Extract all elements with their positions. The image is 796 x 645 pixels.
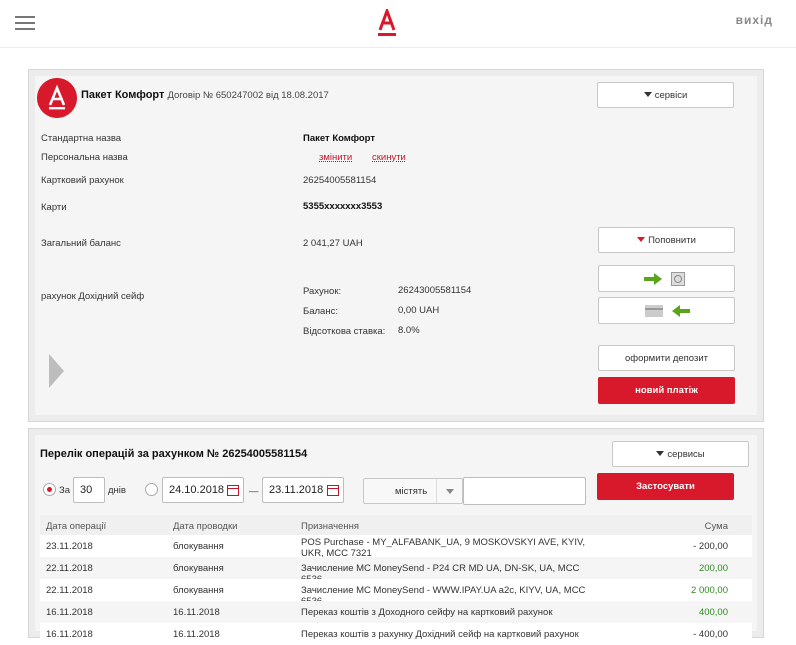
topup-label: Поповнити [648,235,696,246]
standard-name-label: Стандартна назва [41,133,122,144]
safe-account-value: 26243005581154 [398,285,472,296]
date-from-input[interactable]: 24.10.2018 [162,477,244,503]
col-description[interactable]: Призначення [301,521,359,532]
safe-rate-value: 8.0% [398,325,420,336]
amount: 200,00 [698,563,728,574]
post-date: 16.11.2018 [173,629,220,640]
post-date: блокування [173,541,224,552]
table-row[interactable]: 22.11.2018 блокування Зачисление MC MoneyS… [40,579,752,607]
operations-panel-inner: Перелік операцій за рахунком № 262540055… [35,435,757,645]
description: POS Purchase - MY_ALFABANK_UA, 9 MOSKOVS… [301,537,586,559]
card-account-label: Картковий рахунок [41,175,124,186]
card-account-value: 26254005581154 [303,175,377,186]
post-date: 16.11.2018 [173,607,220,618]
amount: - 200,00 [693,541,728,552]
arrow-left-icon [672,305,690,317]
op-date: 16.11.2018 [46,607,93,618]
description: Переказ коштів з Доходного сейфу на карт… [301,607,553,618]
top-bar: вихід [0,0,796,48]
card-icon [645,305,663,317]
services-label: сервіси [654,90,688,101]
table-row[interactable]: 22.11.2018 блокування Зачисление MC MoneyS… [40,557,752,585]
open-deposit-button[interactable]: оформити депозит [598,345,735,371]
balance-label: Загальний баланс [41,238,121,249]
col-op-date[interactable]: Дата операції [46,521,106,532]
op-date: 22.11.2018 [46,585,93,596]
operations-services-label: сервисы [667,449,705,460]
filter-select-value: містять [395,486,428,497]
safe-label: рахунок Дохідний сейф [41,291,145,302]
table-row[interactable]: 16.11.2018 16.11.2018 Переказ коштів з рах… [40,623,752,645]
amount: 400,00 [698,607,728,618]
amount: 2 000,00 [691,585,728,596]
col-amount[interactable]: Сума [705,521,728,532]
safe-rate-label: Відсоткова ставка: [303,326,386,337]
services-button[interactable]: сервіси [597,82,734,108]
table-header: Дата операції Дата проводки Призначення … [40,515,752,535]
safe-balance-label: Баланс: [303,306,338,317]
cards-label: Карти [41,202,67,213]
op-date: 23.11.2018 [46,541,93,552]
date-separator: — [249,486,259,497]
table-row[interactable]: 23.11.2018 блокування POS Purchase - MY_AL… [40,535,752,559]
operations-panel: Перелік операцій за рахунком № 262540055… [28,428,764,645]
post-date: блокування [173,585,224,596]
period-days-radio[interactable] [43,483,56,496]
package-name: Пакет Комфорт [81,89,165,101]
date-to-input[interactable]: 23.11.2018 [262,477,344,503]
col-post-date[interactable]: Дата проводки [173,521,237,532]
operations-table: Дата операції Дата проводки Призначення … [40,515,752,645]
card-number-link[interactable]: 5355xxxxxxx3553 [303,201,382,212]
operations-services-button[interactable]: сервисы [612,441,749,467]
transfer-from-safe-button[interactable] [598,297,735,324]
contract-info: Договір № 650247002 від 18.08.2017 [167,90,329,101]
safe-account-label: Рахунок: [303,286,342,297]
personal-name-label: Персональна назва [41,152,128,163]
new-payment-button[interactable]: новий платіж [598,377,735,404]
expand-arrow-icon[interactable] [47,354,65,388]
for-label: За [59,485,71,496]
days-label: днів [108,485,126,496]
amount: - 400,00 [693,629,728,640]
operations-title: Перелік операцій за рахунком № 262540055… [40,448,308,460]
period-dates-radio[interactable] [145,483,158,496]
filter-select[interactable]: містять [363,478,463,504]
table-row[interactable]: 16.11.2018 16.11.2018 Переказ коштів з Дох… [40,601,752,623]
balance-value: 2 041,27 UAH [303,238,363,249]
chevron-down-icon [643,92,652,97]
arrow-right-icon [644,273,662,285]
topup-button[interactable]: Поповнити [598,227,735,253]
reset-name-link[interactable]: скинути [372,152,406,163]
filter-text-input[interactable] [463,477,586,505]
account-title: Пакет Комфорт Договір № 650247002 від 18… [81,89,329,101]
safe-icon [671,272,685,286]
menu-icon[interactable] [15,16,35,32]
filter-dropdown-button[interactable] [436,479,463,503]
chevron-down-icon [446,489,454,494]
op-date: 16.11.2018 [46,629,93,640]
alfa-avatar-icon [37,78,77,118]
alfa-logo-icon[interactable] [376,9,398,37]
calendar-icon[interactable] [327,485,339,496]
account-panel: Пакет Комфорт Договір № 650247002 від 18… [28,69,764,422]
apply-button[interactable]: Застосувати [597,473,734,500]
calendar-icon[interactable] [227,485,239,496]
days-input[interactable]: 30 [73,477,105,503]
chevron-down-icon [656,451,665,456]
exit-link[interactable]: вихід [736,13,773,27]
chevron-down-icon [637,237,646,242]
date-to-value: 23.11.2018 [269,484,324,496]
account-panel-inner: Пакет Комфорт Договір № 650247002 від 18… [35,76,757,415]
post-date: блокування [173,563,224,574]
change-name-link[interactable]: змінити [319,152,352,163]
safe-balance-value: 0,00 UAH [398,305,440,316]
transfer-to-safe-button[interactable] [598,265,735,292]
date-from-value: 24.10.2018 [169,484,225,496]
standard-name-value: Пакет Комфорт [303,133,376,144]
op-date: 22.11.2018 [46,563,93,574]
description: Переказ коштів з рахунку Дохідний сейф н… [301,629,579,640]
